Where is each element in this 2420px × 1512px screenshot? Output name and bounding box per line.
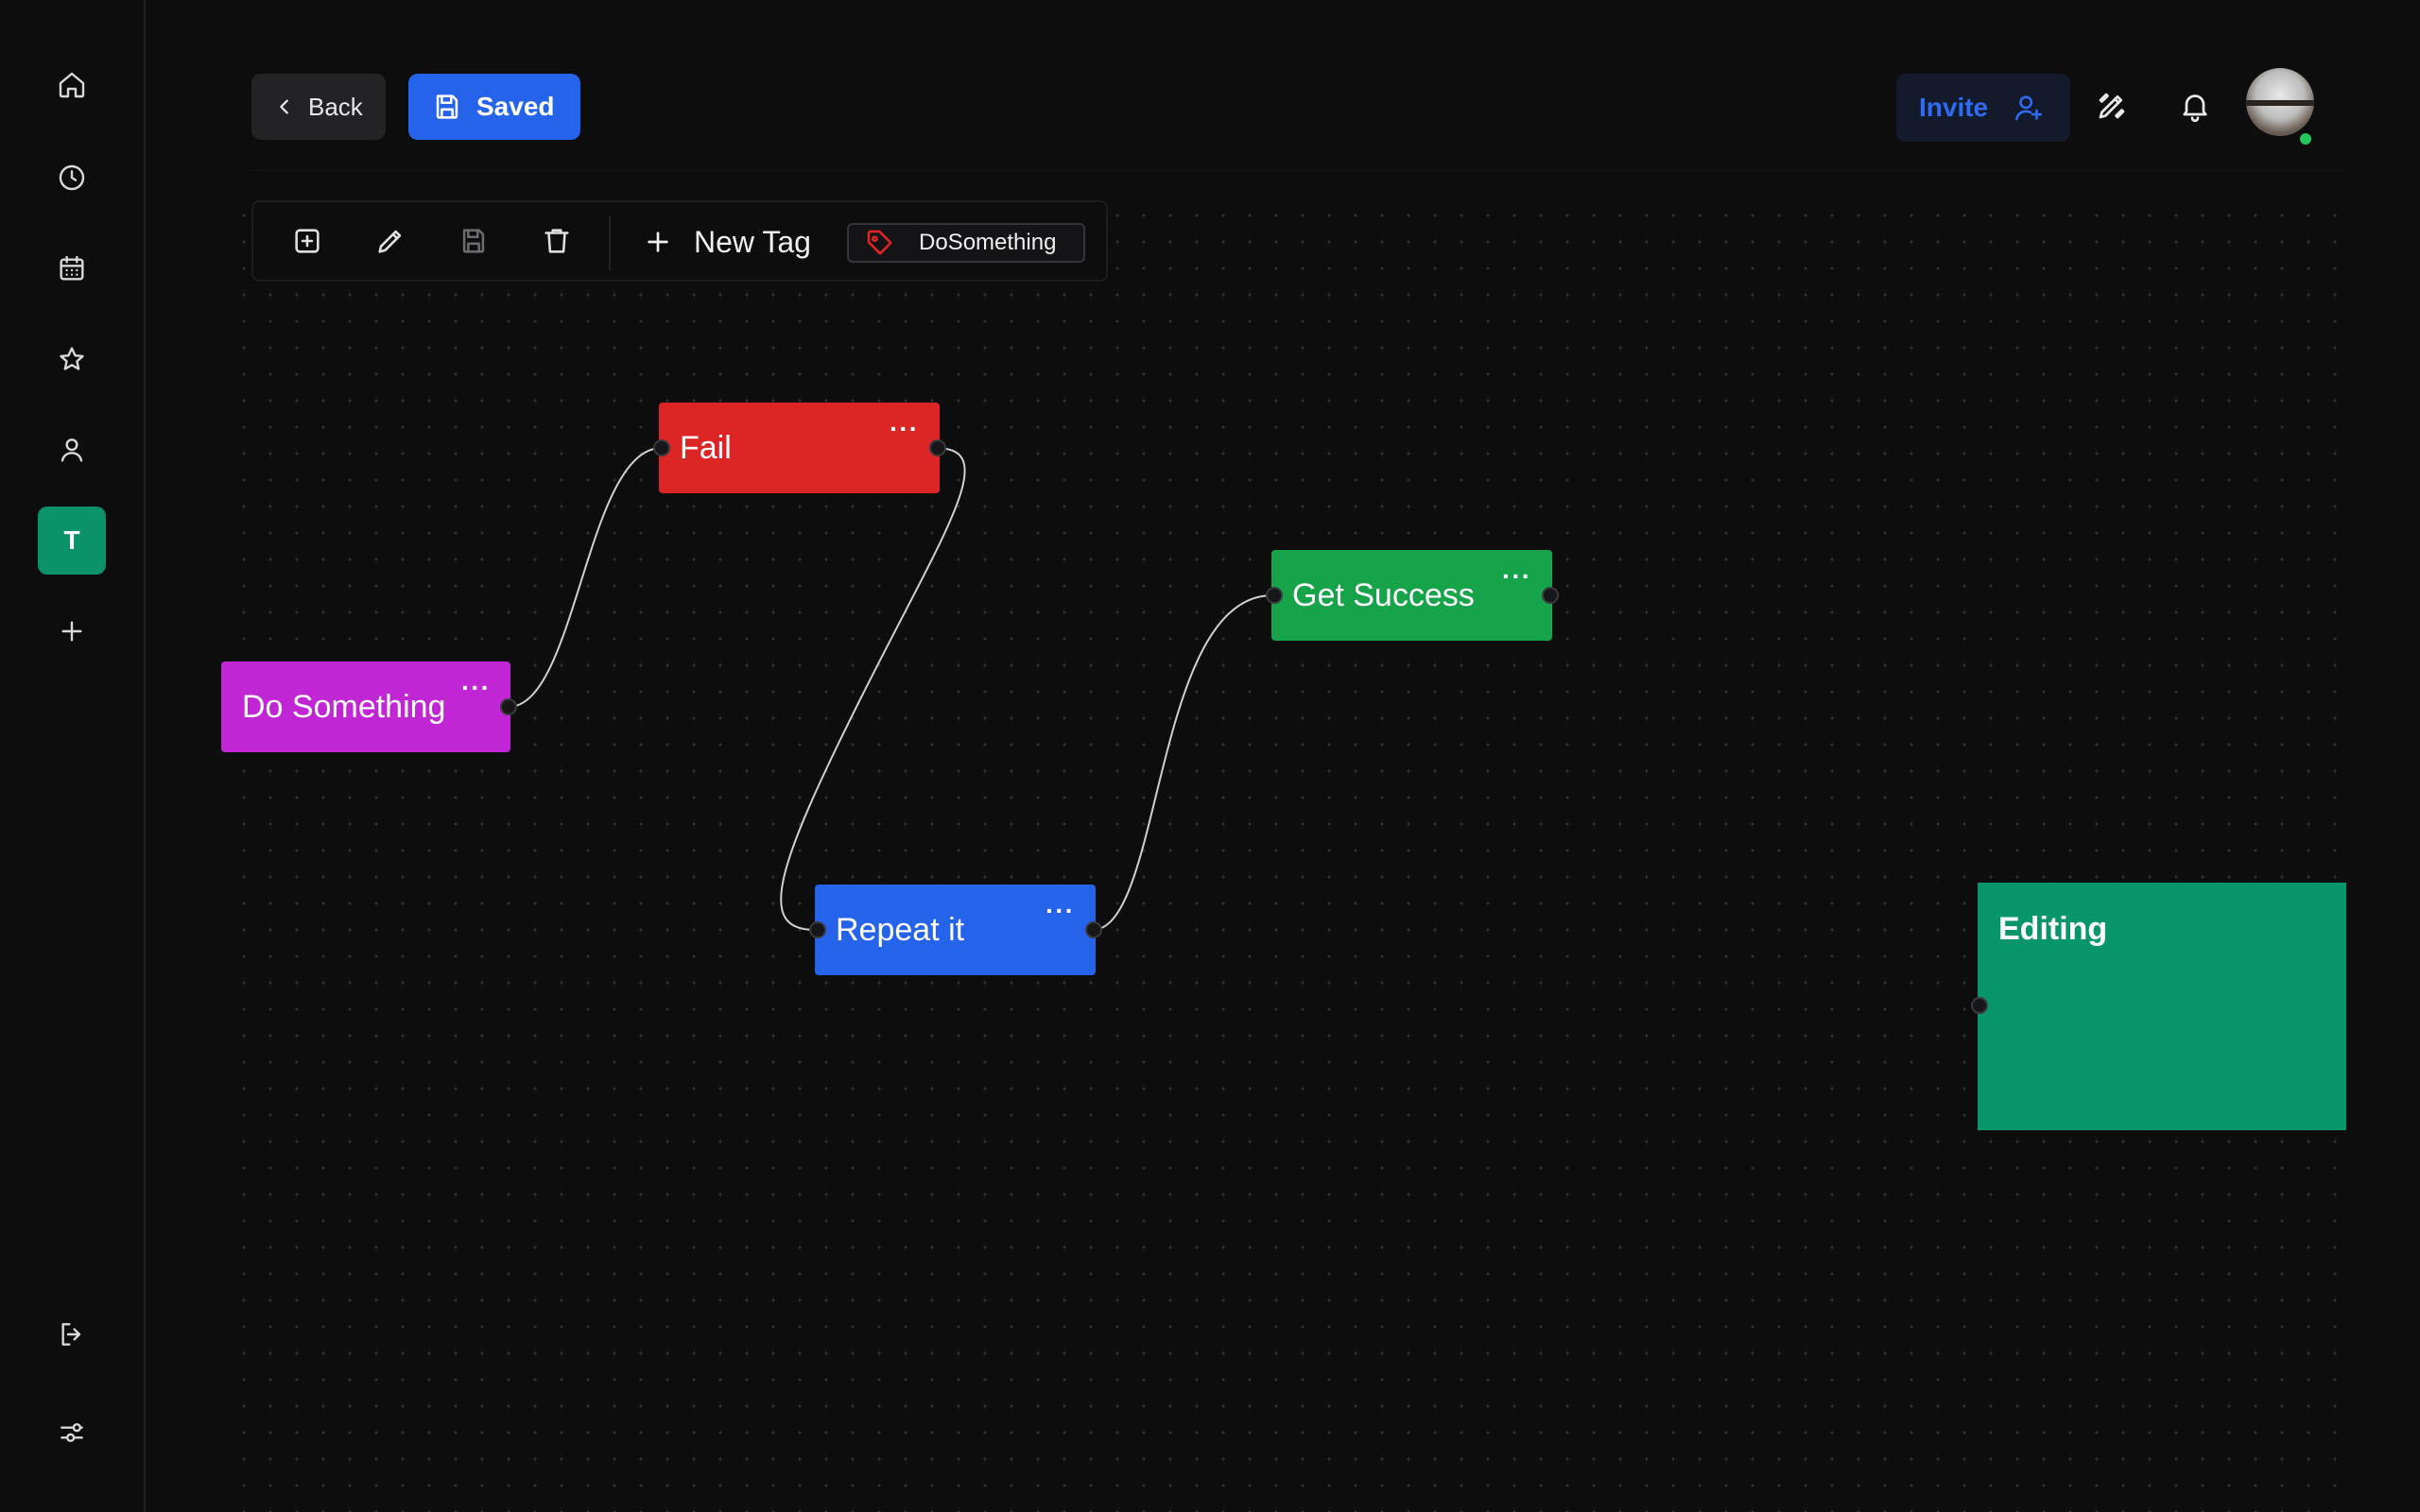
node-input-handle[interactable] xyxy=(1266,587,1283,604)
trash-icon xyxy=(541,225,575,257)
plus-icon xyxy=(643,227,673,257)
node-label: Fail xyxy=(680,429,732,466)
design-tools-icon xyxy=(2095,89,2133,123)
toolbar-divider xyxy=(609,215,611,270)
node-menu-icon[interactable]: ··· xyxy=(1046,898,1075,924)
add-node-button[interactable] xyxy=(291,225,325,259)
new-tag-button[interactable]: New Tag xyxy=(643,221,811,263)
back-label: Back xyxy=(308,92,363,121)
workspace-initial: T xyxy=(63,525,80,555)
node-input-handle[interactable] xyxy=(1971,997,1988,1014)
node-do-something[interactable]: Do Something ··· xyxy=(221,662,510,752)
saved-button[interactable]: Saved xyxy=(408,74,580,140)
settings-button[interactable] xyxy=(38,1399,106,1467)
plus-icon xyxy=(57,616,87,646)
node-fail[interactable]: Fail ··· xyxy=(659,403,940,493)
home-button[interactable] xyxy=(38,51,106,119)
edit-button[interactable] xyxy=(374,225,408,259)
tools-button[interactable] xyxy=(2095,89,2133,127)
node-output-handle[interactable] xyxy=(929,439,946,456)
calendar-button[interactable] xyxy=(38,234,106,302)
user-plus-icon xyxy=(2013,92,2045,124)
editing-node[interactable]: Editing xyxy=(1978,883,2346,1130)
node-output-handle[interactable] xyxy=(500,698,517,715)
notifications-button[interactable] xyxy=(2178,89,2216,127)
node-repeat-it[interactable]: Repeat it ··· xyxy=(815,885,1096,975)
tag-chip[interactable]: DoSomething xyxy=(847,223,1085,263)
user-icon xyxy=(57,435,87,465)
node-get-success[interactable]: Get Success ··· xyxy=(1271,550,1552,641)
recent-button[interactable] xyxy=(38,144,106,212)
tag-chip-label: DoSomething xyxy=(919,230,1057,255)
clock-icon xyxy=(57,163,87,193)
back-button[interactable]: Back xyxy=(251,74,386,140)
logout-icon xyxy=(57,1319,87,1349)
editing-label: Editing xyxy=(1998,911,2108,947)
add-workspace-button[interactable] xyxy=(38,597,106,665)
logout-button[interactable] xyxy=(38,1300,106,1368)
home-icon xyxy=(57,70,87,100)
bell-icon xyxy=(2178,89,2216,123)
workspace-button[interactable]: T xyxy=(38,507,106,575)
save-icon xyxy=(458,225,492,257)
profile-button[interactable] xyxy=(38,416,106,484)
node-output-handle[interactable] xyxy=(1542,587,1559,604)
favorites-button[interactable] xyxy=(38,325,106,393)
star-icon xyxy=(57,344,87,374)
node-menu-icon[interactable]: ··· xyxy=(461,675,491,701)
node-label: Do Something xyxy=(242,688,446,725)
pencil-icon xyxy=(374,225,408,257)
invite-button[interactable]: Invite xyxy=(1896,74,2070,142)
node-label: Get Success xyxy=(1292,576,1475,613)
flow-canvas[interactable] xyxy=(221,198,2346,1512)
delete-button[interactable] xyxy=(541,225,575,259)
settings-sliders-icon xyxy=(57,1418,87,1448)
calendar-icon xyxy=(57,253,87,284)
new-tag-label: New Tag xyxy=(694,224,811,259)
node-label: Repeat it xyxy=(836,911,965,948)
save-tool-button[interactable] xyxy=(458,225,492,259)
node-input-handle[interactable] xyxy=(809,921,826,938)
avatar-image-detail xyxy=(2246,100,2314,106)
sidebar: T xyxy=(0,0,146,1512)
avatar[interactable] xyxy=(2246,68,2314,136)
canvas-toolbar: New Tag DoSomething xyxy=(251,200,1108,282)
invite-label: Invite xyxy=(1919,93,1989,122)
node-menu-icon[interactable]: ··· xyxy=(1502,563,1531,590)
saved-label: Saved xyxy=(476,92,555,121)
header-divider xyxy=(251,170,2346,171)
node-menu-icon[interactable]: ··· xyxy=(890,416,919,442)
presence-indicator xyxy=(2297,130,2314,147)
add-square-icon xyxy=(291,225,325,257)
node-output-handle[interactable] xyxy=(1085,921,1102,938)
node-input-handle[interactable] xyxy=(653,439,670,456)
tag-icon xyxy=(864,227,896,259)
chevron-left-icon xyxy=(274,96,295,117)
save-icon xyxy=(431,91,463,123)
